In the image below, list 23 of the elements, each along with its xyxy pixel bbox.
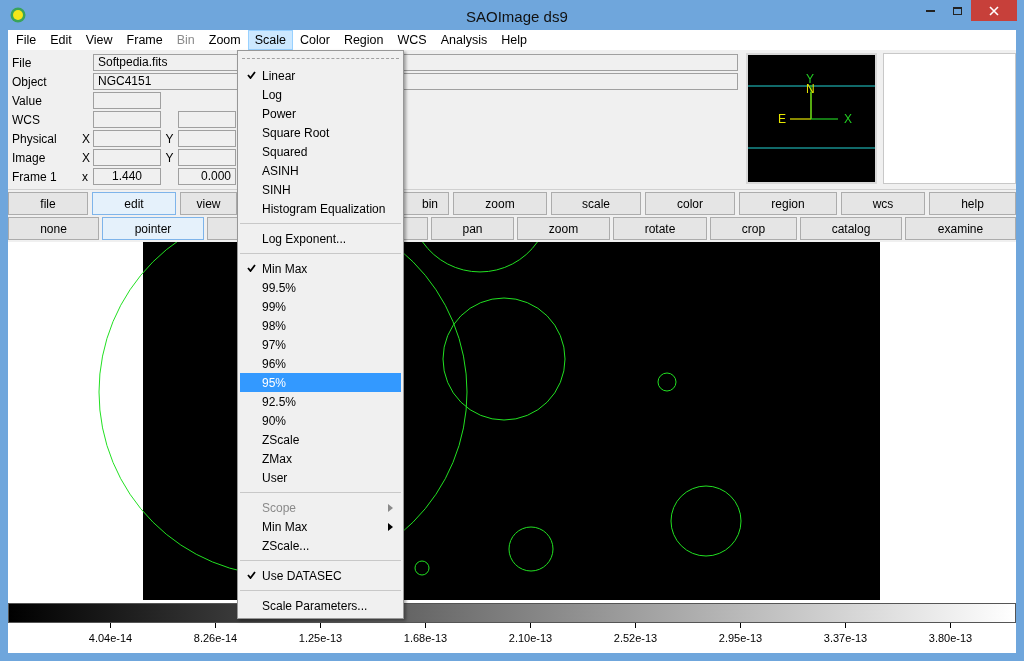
field-label: File xyxy=(12,54,33,72)
field-label: Frame 1 xyxy=(12,168,58,186)
colorbar-label: 8.26e-14 xyxy=(193,631,238,646)
axis-label: x xyxy=(82,168,89,186)
field-label: Image xyxy=(12,149,47,167)
axis-label: Y xyxy=(164,149,175,167)
colorbar-label: 1.68e-13 xyxy=(403,631,448,646)
compass-drawing: Y N E X xyxy=(778,72,852,126)
colorbar-label: 2.10e-13 xyxy=(508,631,553,646)
axis-label: X xyxy=(82,149,91,167)
colorbar-label: 3.80e-13 xyxy=(928,631,973,646)
window-title: SAOImage ds9 xyxy=(466,7,568,27)
colorbar-label: 1.25e-13 xyxy=(298,631,343,646)
field-label: Value xyxy=(12,92,43,110)
colorbar-label: 4.04e-14 xyxy=(88,631,133,646)
axis-label: Y xyxy=(164,130,175,148)
field-label: Physical xyxy=(12,130,58,148)
field-label: WCS xyxy=(12,111,41,129)
axis-label: X xyxy=(82,130,91,148)
colorbar-label: 3.37e-13 xyxy=(823,631,868,646)
colorbar-label: 2.95e-13 xyxy=(718,631,763,646)
field-label: Object xyxy=(12,73,48,91)
colorbar-label: 2.52e-13 xyxy=(613,631,658,646)
